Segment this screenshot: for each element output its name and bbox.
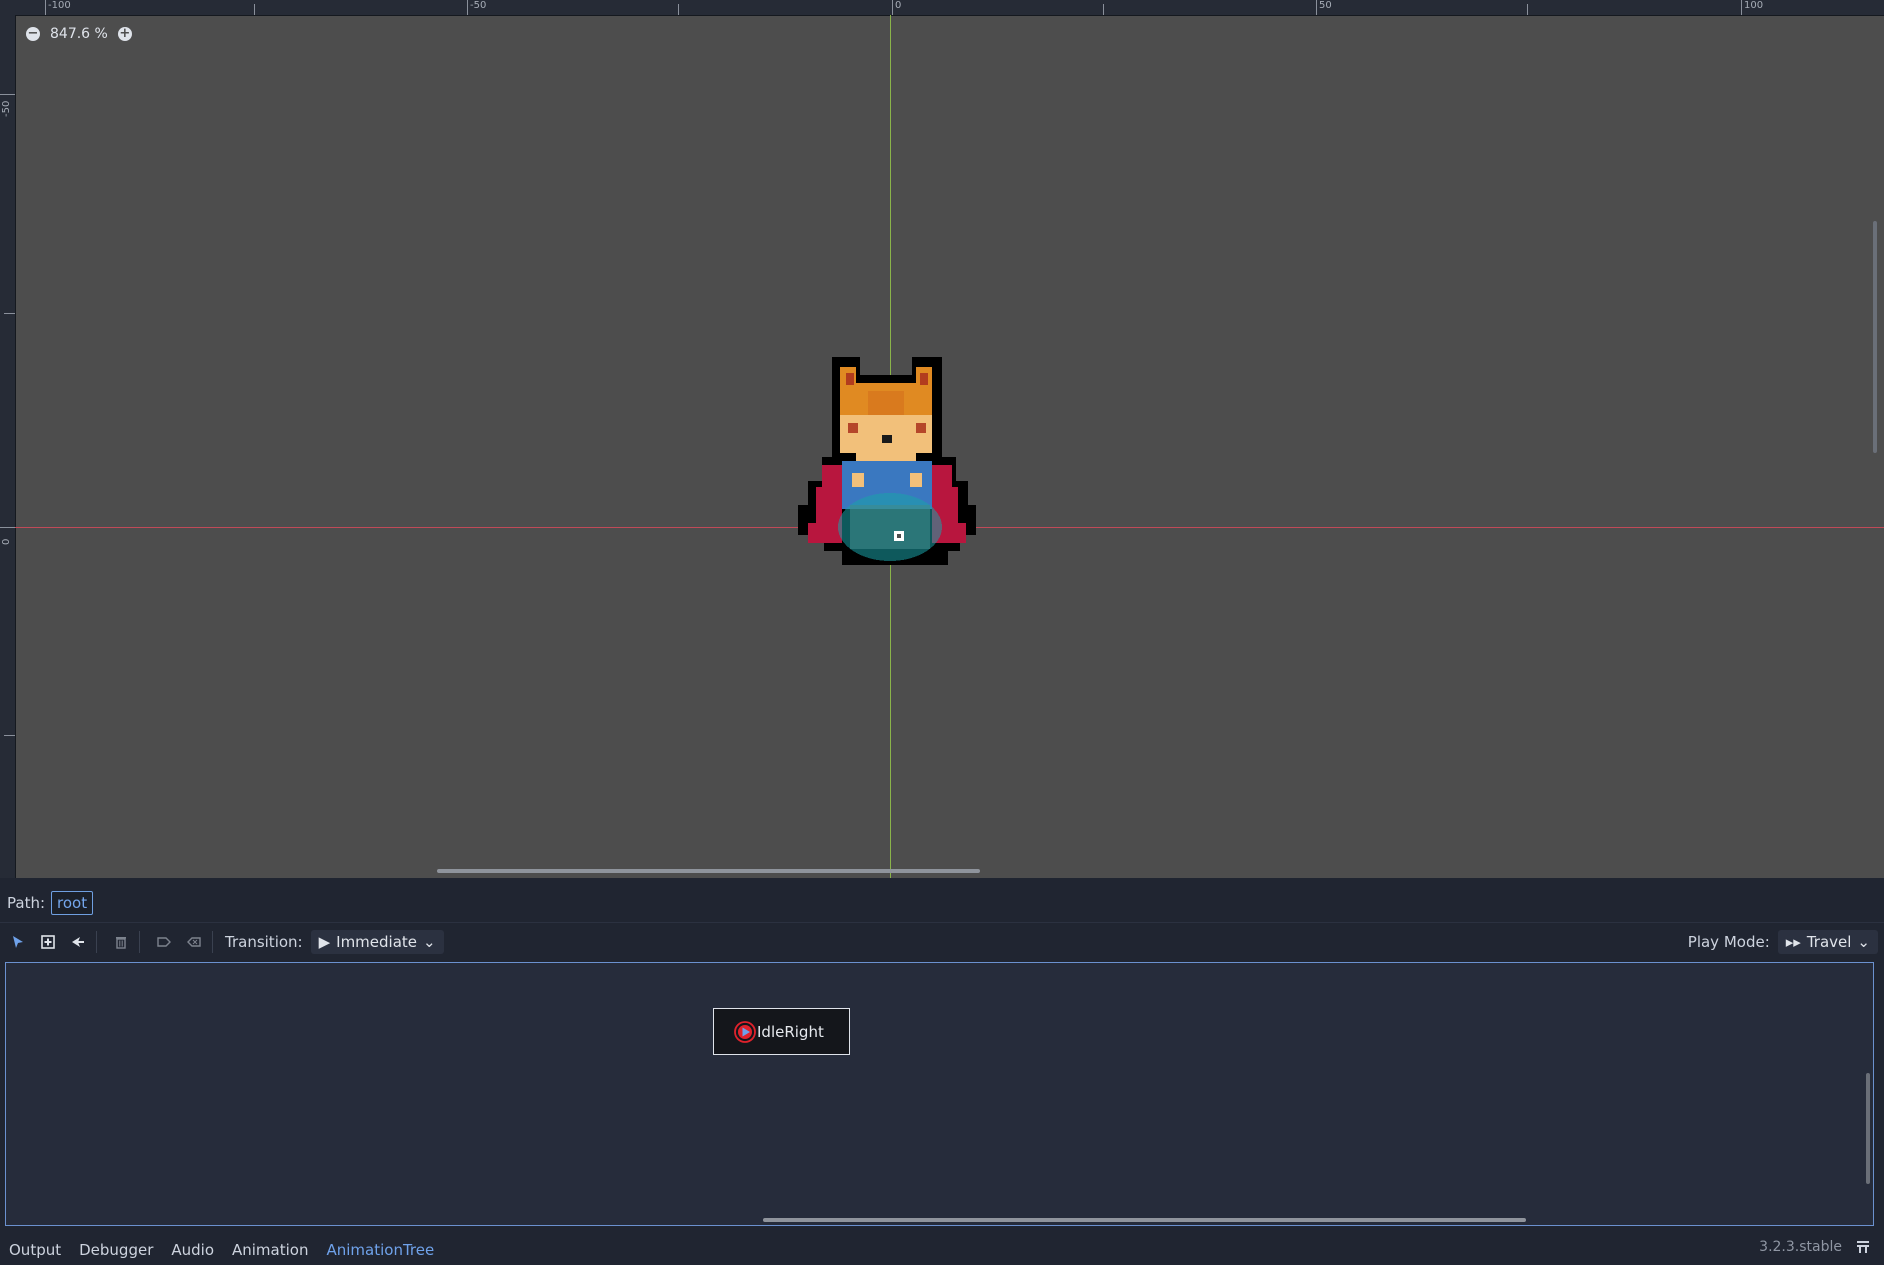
play-mode-label: Play Mode: [1687, 933, 1770, 951]
pointer-icon [13, 936, 23, 948]
version-label: 3.2.3.stable [1759, 1239, 1842, 1255]
path-row: Path: root [0, 888, 94, 918]
transition-value: Immediate [336, 933, 418, 951]
state-node[interactable]: IdleRight [713, 1008, 850, 1055]
state-machine-graph[interactable]: IdleRight [5, 962, 1874, 1226]
ruler-top: -100 -50 0 50 100 [0, 0, 1884, 16]
start-node-icon [157, 937, 171, 947]
ruler-label: 0 [895, 0, 902, 11]
tab-animation[interactable]: Animation [232, 1241, 308, 1259]
connect-icon [72, 937, 84, 947]
graph-vertical-scrollbar[interactable] [1866, 1073, 1870, 1184]
travel-icon: ▸▸ [1785, 933, 1801, 951]
connect-tool-button[interactable] [66, 930, 90, 954]
ruler-label: -100 [48, 0, 71, 11]
viewport-vertical-scrollbar[interactable] [1873, 221, 1877, 453]
pin-panel-icon[interactable] [1854, 1238, 1872, 1256]
set-end-node-button[interactable] [182, 930, 206, 954]
toolbar-separator [96, 931, 97, 953]
chevron-down-icon: ⌄ [423, 933, 436, 951]
play-mode-group: Play Mode: ▸▸ Travel ⌄ [1688, 930, 1878, 954]
ruler-left: -50 0 [0, 15, 16, 878]
ruler-label: -50 [470, 0, 487, 11]
ruler-label: 50 [1319, 0, 1332, 11]
zoom-out-button[interactable]: − [26, 27, 40, 41]
play-icon: ▶ [318, 933, 331, 951]
delete-button[interactable] [109, 930, 133, 954]
play-state-icon[interactable] [734, 1020, 756, 1043]
viewport-horizontal-scrollbar[interactable] [437, 869, 980, 873]
divider [0, 922, 1884, 923]
canvas-viewport[interactable]: -100 -50 0 50 100 -50 0 − 847.6 % + [0, 0, 1884, 878]
toolbar-separator [212, 931, 213, 953]
tab-output[interactable]: Output [9, 1241, 61, 1259]
add-node-icon [41, 935, 55, 949]
create-node-button[interactable] [36, 930, 60, 954]
tab-debugger[interactable]: Debugger [79, 1241, 153, 1259]
ruler-label: 0 [1, 538, 12, 545]
set-start-node-button[interactable] [152, 930, 176, 954]
ruler-label: 100 [1744, 0, 1764, 11]
zoom-level[interactable]: 847.6 % [50, 26, 108, 42]
state-machine-toolbar: Transition: ▶ Immediate ⌄ [0, 927, 1884, 957]
play-mode-value: Travel [1806, 933, 1852, 951]
path-label: Path: [7, 894, 46, 912]
chevron-down-icon: ⌄ [1857, 933, 1870, 951]
zoom-in-button[interactable]: + [117, 27, 132, 41]
transition-type-dropdown[interactable]: ▶ Immediate ⌄ [310, 930, 444, 954]
tab-animationtree[interactable]: AnimationTree [326, 1241, 434, 1259]
tab-audio[interactable]: Audio [171, 1241, 214, 1259]
fox-sprite[interactable] [798, 357, 976, 565]
end-node-icon [187, 937, 201, 947]
bottom-tab-bar: Output Debugger Audio Animation Animatio… [0, 1234, 1884, 1265]
play-mode-dropdown[interactable]: ▸▸ Travel ⌄ [1777, 930, 1878, 954]
zoom-controls: − 847.6 % + [26, 24, 132, 44]
graph-horizontal-scrollbar[interactable] [763, 1218, 1526, 1222]
trash-icon [116, 937, 126, 949]
ruler-label: -50 [1, 100, 12, 117]
state-node-label: IdleRight [757, 1022, 824, 1041]
transition-label: Transition: [225, 933, 303, 951]
select-tool-button[interactable] [6, 930, 30, 954]
path-root-button[interactable]: root [51, 891, 94, 915]
toolbar-separator [139, 931, 140, 953]
